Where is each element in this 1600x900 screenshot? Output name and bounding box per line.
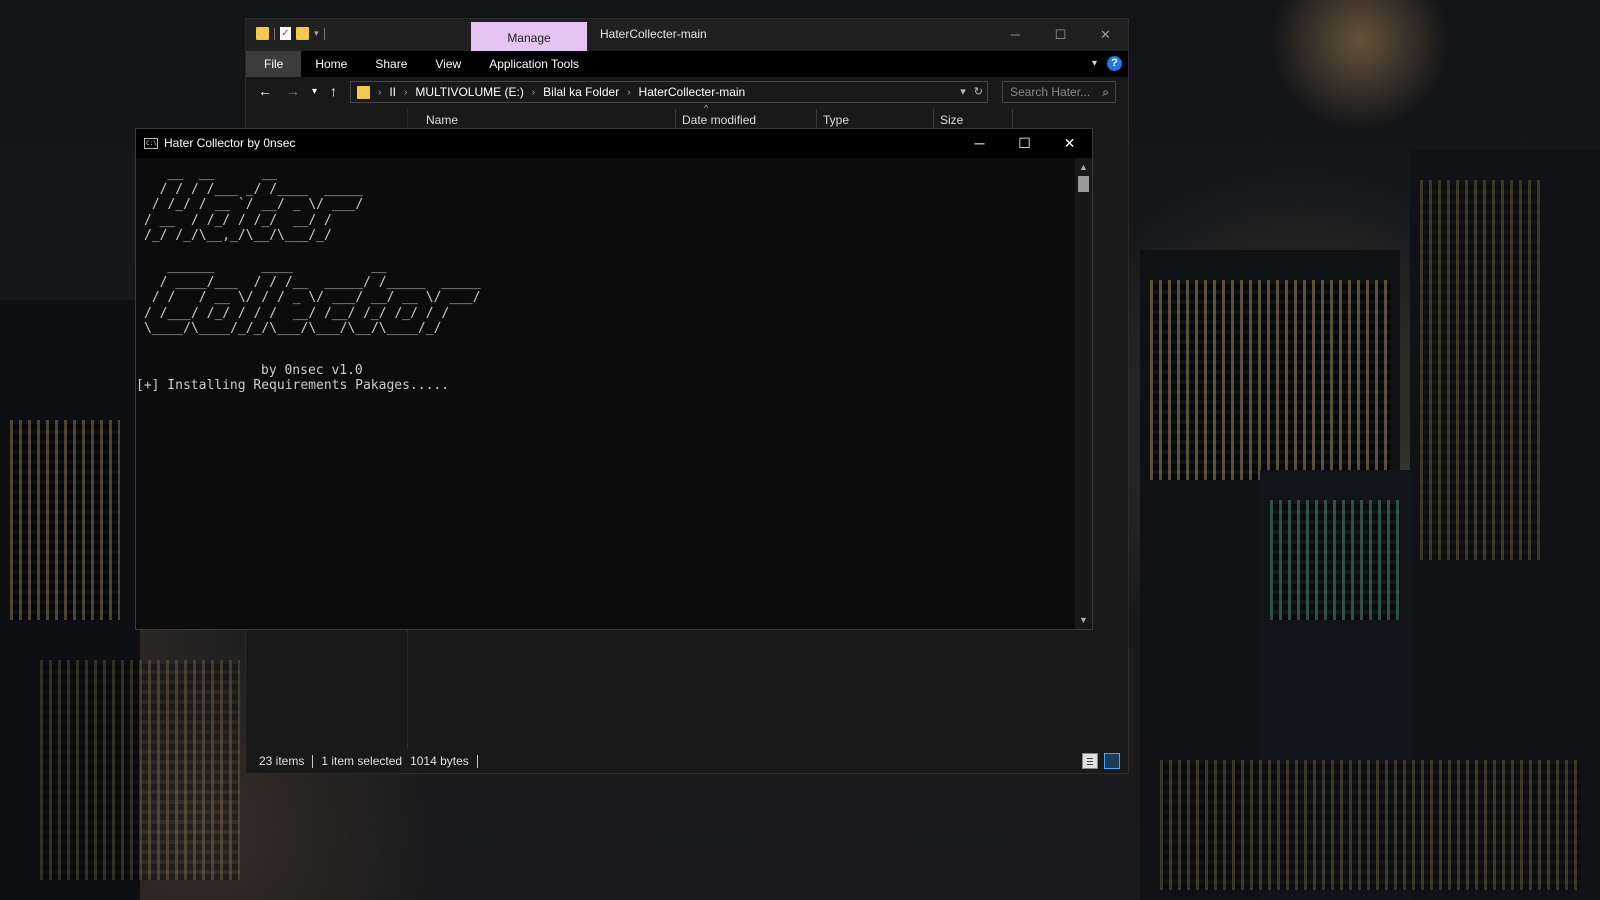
banner-line: \____/\____/_/_/\___/\___/\__/\____/_/: [144, 321, 481, 336]
banner-line: /_/ /_/\__,_/\__/\___/_/: [144, 228, 371, 243]
breadcrumb-item[interactable]: MULTIVOLUME (E:): [415, 85, 523, 99]
window-controls: ─ ☐ ✕: [993, 19, 1128, 51]
close-icon[interactable]: ✕: [1083, 19, 1128, 51]
column-type[interactable]: Type: [823, 113, 849, 127]
banner-line: ______ ____ __: [144, 259, 481, 274]
folder-icon: [357, 85, 370, 99]
selection-count: 1 item selected: [321, 754, 403, 768]
quick-access-toolbar: ✓ ▾: [256, 27, 325, 40]
banner-line: __ __ __: [144, 166, 364, 181]
address-controls: ▾ ↻: [960, 85, 983, 98]
chevron-right-icon: ›: [627, 86, 631, 98]
search-placeholder: Search Hater...: [1010, 85, 1091, 99]
scroll-up-icon[interactable]: ▲: [1075, 160, 1092, 174]
tab-home[interactable]: Home: [301, 51, 361, 77]
status-bar: 23 items 1 item selected 1014 bytes: [246, 749, 1128, 773]
toolbar-divider: [274, 27, 275, 40]
toolbar-divider: [323, 27, 325, 40]
folder-icon[interactable]: [256, 27, 269, 40]
ascii-banner: __ __ __ / / / /___ _/ /____ _____ / /_/…: [136, 158, 1075, 337]
chevron-right-icon: ›: [404, 86, 408, 98]
back-arrow-icon[interactable]: ←: [258, 83, 272, 99]
column-date-modified[interactable]: Date modified: [682, 113, 756, 127]
console-window-controls: ─ ☐ ✕: [957, 129, 1092, 158]
address-toolbar: ← → ▾ ↑ › II › MULTIVOLUME (E:) › Bilal …: [246, 77, 1128, 109]
help-icon[interactable]: ?: [1107, 56, 1122, 71]
new-folder-icon[interactable]: [296, 27, 309, 40]
tab-view[interactable]: View: [421, 51, 475, 77]
version-line: by 0nsec v1.0: [261, 362, 363, 378]
large-icons-view-icon[interactable]: [1104, 753, 1120, 769]
console-window: C:\ Hater Collector by 0nsec ─ ☐ ✕ __ __…: [135, 128, 1093, 630]
tab-file[interactable]: File: [246, 51, 302, 77]
minimize-icon[interactable]: ─: [957, 129, 1002, 158]
scrollbar-thumb[interactable]: [1078, 176, 1089, 192]
scroll-down-icon[interactable]: ▼: [1075, 613, 1092, 627]
details-view-icon[interactable]: [1082, 753, 1098, 769]
column-size[interactable]: Size: [940, 113, 963, 127]
properties-icon[interactable]: ✓: [280, 27, 291, 40]
banner-line: / /___/ /_/ / / / __/ /__/ /_/ /_/ / /: [144, 305, 481, 321]
breadcrumb-item[interactable]: Bilal ka Folder: [543, 85, 619, 99]
item-count: 23 items: [259, 754, 305, 768]
view-switcher: [1082, 753, 1120, 769]
breadcrumb-item[interactable]: II: [389, 85, 396, 99]
explorer-titlebar: ✓ ▾ Manage HaterCollecter-main ─ ☐ ✕: [246, 19, 1128, 51]
status-divider: [476, 754, 478, 768]
tab-share[interactable]: Share: [361, 51, 421, 77]
recent-locations-icon[interactable]: ▾: [312, 86, 317, 97]
expand-ribbon-icon[interactable]: ▾: [1092, 58, 1097, 69]
column-name[interactable]: Name: [426, 113, 458, 127]
banner-line: / /_/ / __ `/ __/ _ \/ ___/: [144, 197, 364, 212]
tab-manage[interactable]: Manage: [471, 22, 587, 51]
status-divider: [312, 754, 314, 768]
customize-toolbar-icon[interactable]: ▾: [314, 28, 319, 39]
chevron-right-icon: ›: [531, 86, 536, 98]
console-output[interactable]: __ __ __ / / / /___ _/ /____ _____ / /_/…: [136, 158, 1075, 629]
banner-line: / / / /___ _/ /____ _____: [144, 181, 364, 197]
refresh-icon[interactable]: ↻: [974, 85, 983, 98]
sort-ascending-icon: ^: [704, 103, 709, 113]
up-arrow-icon[interactable]: ↑: [330, 83, 337, 99]
console-title: Hater Collector by 0nsec: [164, 136, 296, 150]
status-output-line: [+] Installing Requirements Pakages.....: [136, 378, 450, 393]
window-title: HaterCollecter-main: [600, 27, 707, 41]
address-bar[interactable]: › II › MULTIVOLUME (E:) › Bilal ka Folde…: [350, 81, 988, 103]
chevron-down-icon[interactable]: ▾: [960, 85, 966, 98]
banner-line: / __ / /_/ / /_/ __/ /: [144, 212, 364, 228]
tab-application-tools[interactable]: Application Tools: [475, 51, 593, 77]
banner-line: / ____/___ / / /__ _____/ /_____ _____: [144, 274, 481, 290]
console-titlebar: C:\ Hater Collector by 0nsec ─ ☐ ✕: [136, 129, 1092, 158]
forward-arrow-icon[interactable]: →: [286, 83, 300, 99]
close-icon[interactable]: ✕: [1047, 129, 1092, 158]
maximize-icon[interactable]: ☐: [1038, 19, 1083, 51]
ribbon-tabs: File Home Share View Application Tools ▾…: [246, 51, 1128, 77]
search-icon: ⌕: [1102, 85, 1109, 99]
breadcrumb-item[interactable]: HaterCollecter-main: [639, 85, 746, 99]
search-input[interactable]: Search Hater... ⌕: [1002, 81, 1116, 103]
ribbon-right-controls: ▾ ?: [1092, 56, 1122, 71]
selection-size: 1014 bytes: [410, 754, 469, 768]
console-scrollbar[interactable]: ▲ ▼: [1075, 158, 1092, 629]
minimize-icon[interactable]: ─: [993, 19, 1038, 51]
maximize-icon[interactable]: ☐: [1002, 129, 1047, 158]
console-app-icon[interactable]: C:\: [144, 138, 158, 149]
banner-line: / / / __ \/ / / _ \/ ___/ __/ __ \/ ___/: [144, 290, 481, 305]
chevron-right-icon: ›: [378, 86, 382, 98]
